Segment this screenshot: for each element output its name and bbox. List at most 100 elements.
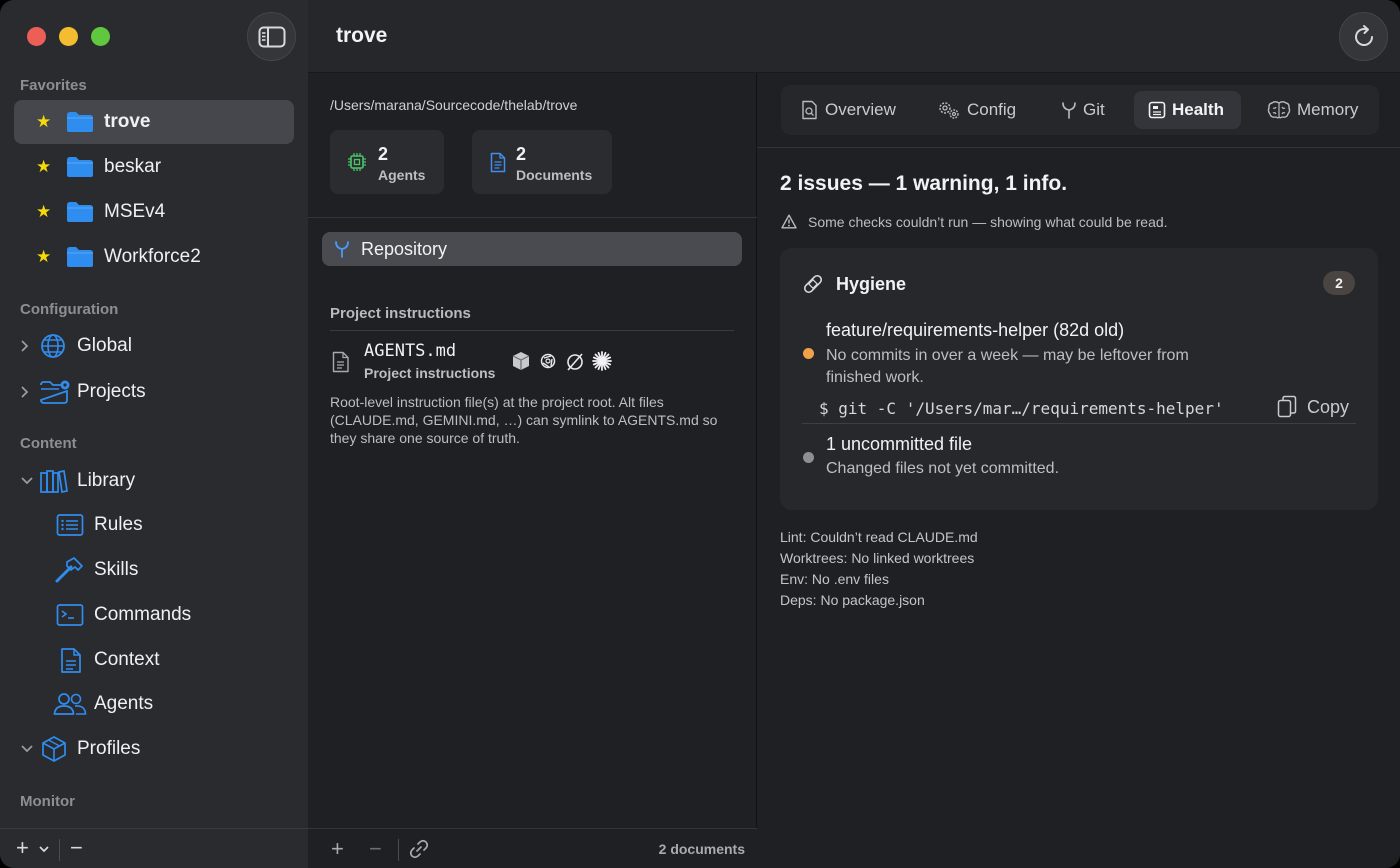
sidebar-item-commands[interactable]: Commands bbox=[14, 595, 294, 635]
add-button[interactable]: + bbox=[16, 835, 29, 861]
sidebar-item-skills[interactable]: Skills bbox=[14, 550, 294, 590]
divider bbox=[59, 839, 60, 861]
close-window-button[interactable] bbox=[27, 27, 46, 46]
sidebar: Favorites ★ trove ★ beskar ★ MSEv4 ★ Wor… bbox=[0, 0, 308, 868]
app-window: Favorites ★ trove ★ beskar ★ MSEv4 ★ Wor… bbox=[0, 0, 1400, 868]
remove-button[interactable]: − bbox=[70, 835, 83, 861]
branch-icon bbox=[1062, 102, 1076, 119]
documents-stat-card[interactable]: 2 Documents bbox=[472, 130, 612, 194]
folder-icon bbox=[67, 157, 93, 177]
folder-icon bbox=[67, 247, 93, 267]
tab-label: Git bbox=[1083, 100, 1105, 119]
sidebar-toggle-button[interactable] bbox=[247, 12, 296, 61]
sidebar-item-projects[interactable]: Projects bbox=[14, 372, 294, 412]
star-icon: ★ bbox=[36, 202, 52, 221]
books-icon bbox=[40, 469, 68, 494]
add-document-button[interactable]: + bbox=[331, 836, 344, 862]
configuration-header: Configuration bbox=[20, 301, 119, 318]
chevron-down-icon[interactable] bbox=[38, 845, 50, 854]
stat-number: 2 bbox=[378, 144, 389, 164]
check-result-worktrees: Worktrees: No linked worktrees bbox=[780, 550, 975, 566]
check-result-deps: Deps: No package.json bbox=[780, 592, 925, 608]
document-icon bbox=[61, 647, 81, 673]
tab-git[interactable]: Git bbox=[1057, 91, 1117, 129]
copy-label: Copy bbox=[1307, 396, 1350, 417]
sidebar-item-context[interactable]: Context bbox=[14, 640, 294, 680]
gears-icon bbox=[939, 102, 959, 119]
copy-button[interactable]: Copy bbox=[1277, 395, 1349, 419]
project-path: /Users/marana/Sourcecode/thelab/trove bbox=[330, 97, 578, 113]
agents-file-name[interactable]: AGENTS.md bbox=[364, 341, 456, 361]
sparkle-logo-icon bbox=[592, 351, 612, 371]
detail-tabs: Overview Config Git Health Memory bbox=[781, 85, 1379, 135]
hygiene-title: Hygiene bbox=[836, 274, 907, 294]
project-pane: /Users/marana/Sourcecode/thelab/trove 2 … bbox=[308, 73, 757, 868]
sidebar-item-profiles[interactable]: Profiles bbox=[14, 729, 294, 769]
divider bbox=[330, 330, 734, 331]
chevron-right-icon[interactable] bbox=[20, 339, 30, 353]
favorite-item-msev4[interactable]: ★ MSEv4 bbox=[14, 190, 294, 234]
checks-warning-note: Some checks couldn’t run — showing what … bbox=[808, 214, 1168, 230]
people-icon bbox=[53, 693, 87, 715]
brain-icon bbox=[1267, 101, 1291, 119]
sidebar-icon bbox=[258, 26, 285, 47]
doc-icon bbox=[490, 152, 506, 173]
folder-gear-icon bbox=[40, 380, 70, 404]
divider bbox=[757, 147, 1400, 148]
star-icon: ★ bbox=[36, 112, 52, 131]
sidebar-item-agents[interactable]: Agents bbox=[14, 684, 294, 724]
warning-icon bbox=[781, 214, 797, 229]
refresh-button[interactable] bbox=[1339, 12, 1388, 61]
tab-label: Overview bbox=[825, 100, 896, 119]
monitor-header: Monitor bbox=[20, 793, 75, 810]
sidebar-item-rules[interactable]: Rules bbox=[14, 505, 294, 545]
stat-label: Agents bbox=[378, 167, 426, 183]
tab-label: Health bbox=[1172, 100, 1224, 119]
agents-stat-card[interactable]: 2 Agents bbox=[330, 130, 444, 194]
cube-icon bbox=[42, 736, 66, 762]
divider bbox=[398, 839, 399, 861]
minimize-window-button[interactable] bbox=[59, 27, 78, 46]
folder-icon bbox=[67, 202, 93, 222]
check-results-list: Lint: Couldn’t read CLAUDE.md Worktrees:… bbox=[780, 527, 978, 611]
openai-logo-icon bbox=[540, 353, 556, 369]
issue-count-badge: 2 bbox=[1323, 271, 1355, 295]
page-title: trove bbox=[336, 24, 388, 47]
tab-config[interactable]: Config bbox=[931, 91, 1027, 129]
zoom-window-button[interactable] bbox=[91, 27, 110, 46]
instructions-description: Root-level instruction file(s) at the pr… bbox=[330, 394, 718, 446]
documents-footer: + − 2 documents bbox=[308, 828, 757, 868]
sidebar-item-label: Global bbox=[77, 335, 132, 356]
check-result-lint: Lint: Couldn’t read CLAUDE.md bbox=[780, 529, 978, 545]
favorite-item-workforce2[interactable]: ★ Workforce2 bbox=[14, 235, 294, 279]
favorite-item-trove[interactable]: ★ trove bbox=[14, 100, 294, 144]
favorite-label: MSEv4 bbox=[104, 201, 166, 222]
tab-overview[interactable]: Overview bbox=[793, 91, 903, 129]
remove-document-button[interactable]: − bbox=[369, 836, 382, 862]
copy-icon bbox=[1277, 395, 1297, 418]
sidebar-item-label: Skills bbox=[94, 559, 139, 580]
sidebar-item-global[interactable]: Global bbox=[14, 326, 294, 366]
project-instructions-header: Project instructions bbox=[330, 305, 471, 322]
issue-title: 1 uncommitted file bbox=[826, 434, 973, 454]
sidebar-item-label: Projects bbox=[77, 381, 146, 402]
title-bar: trove bbox=[308, 0, 1400, 73]
tab-memory[interactable]: Memory bbox=[1263, 91, 1375, 129]
favorite-item-beskar[interactable]: ★ beskar bbox=[14, 145, 294, 189]
link-icon[interactable] bbox=[409, 839, 429, 859]
health-summary: 2 issues — 1 warning, 1 info. bbox=[780, 172, 1068, 195]
warning-dot bbox=[803, 348, 814, 359]
issue-description: No commits in over a week — may be lefto… bbox=[826, 347, 1189, 386]
issue-title: feature/requirements-helper (82d old) bbox=[826, 320, 1125, 340]
health-icon bbox=[1148, 101, 1166, 119]
repository-row[interactable]: Repository bbox=[322, 232, 742, 266]
sidebar-item-label: Library bbox=[77, 470, 136, 491]
tab-health[interactable]: Health bbox=[1134, 91, 1241, 129]
repository-label: Repository bbox=[361, 239, 448, 259]
favorites-header: Favorites bbox=[20, 77, 87, 94]
sidebar-item-library[interactable]: Library bbox=[14, 461, 294, 501]
chevron-right-icon[interactable] bbox=[20, 385, 30, 399]
sidebar-item-label: Commands bbox=[94, 604, 192, 625]
chevron-down-icon[interactable] bbox=[20, 744, 34, 754]
chevron-down-icon[interactable] bbox=[20, 476, 34, 486]
